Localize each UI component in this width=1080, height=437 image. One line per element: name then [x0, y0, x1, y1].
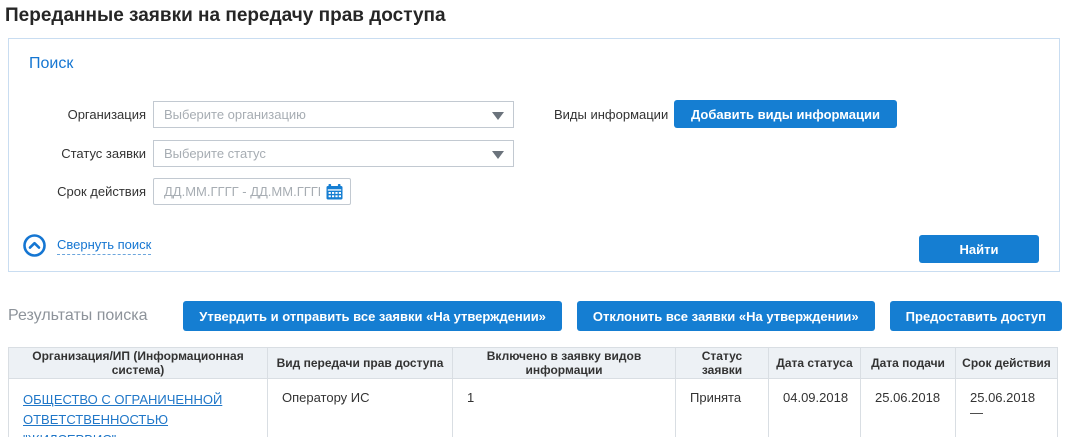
results-section-title: Результаты поиска	[8, 307, 148, 324]
search-section-title: Поиск	[29, 55, 74, 72]
organization-label: Организация	[67, 107, 146, 122]
organization-cell: ОБЩЕСТВО С ОГРАНИЧЕННОЙ ОТВЕТСТВЕННОСТЬЮ…	[8, 377, 268, 437]
submit-date-cell: 25.06.2018	[860, 377, 956, 437]
add-info-types-button[interactable]: Добавить виды информации	[674, 100, 897, 128]
col-header-submit-date: Дата подачи	[860, 347, 956, 379]
status-label: Статус заявки	[61, 146, 146, 161]
collapse-search-control[interactable]: Свернуть поиск	[23, 234, 152, 257]
search-panel: Поиск Организация Выберите организацию С…	[8, 38, 1060, 272]
validity-cell: 25.06.2018 —	[955, 377, 1058, 437]
organization-placeholder: Выберите организацию	[164, 107, 306, 122]
grant-access-button[interactable]: Предоставить доступ	[889, 301, 1062, 331]
circle-chevron-up-icon[interactable]	[23, 234, 46, 257]
calendar-icon[interactable]	[326, 184, 343, 205]
col-header-validity: Срок действия	[955, 347, 1058, 379]
table-header-row: Организация/ИП (Информационная система) …	[8, 347, 1058, 379]
organization-select[interactable]: Выберите организацию	[153, 101, 514, 128]
status-cell: Принята	[675, 377, 769, 437]
chevron-down-icon	[492, 151, 504, 159]
status-date-cell: 04.09.2018	[768, 377, 861, 437]
access-rights-transfer-page: Переданные заявки на передачу прав досту…	[0, 0, 1080, 437]
find-button[interactable]: Найти	[919, 235, 1039, 263]
info-types-count-cell: 1	[452, 377, 676, 437]
status-placeholder: Выберите статус	[164, 146, 266, 161]
results-table: Организация/ИП (Информационная система) …	[8, 347, 1058, 437]
collapse-search-link[interactable]: Свернуть поиск	[57, 237, 152, 255]
results-actions: Утвердить и отправить все заявки «На утв…	[183, 301, 1062, 331]
col-header-status-date: Дата статуса	[768, 347, 861, 379]
table-row: ОБЩЕСТВО С ОГРАНИЧЕННОЙ ОТВЕТСТВЕННОСТЬЮ…	[8, 377, 1058, 437]
transfer-type-cell: Оператору ИС	[267, 377, 453, 437]
col-header-organization: Организация/ИП (Информационная система)	[8, 347, 268, 379]
col-header-transfer-type: Вид передачи прав доступа	[267, 347, 453, 379]
organization-link[interactable]: ОБЩЕСТВО С ОГРАНИЧЕННОЙ ОТВЕТСТВЕННОСТЬЮ…	[23, 392, 222, 437]
results-bar: Результаты поиска Утвердить и отправить …	[8, 301, 1062, 332]
approve-all-button[interactable]: Утвердить и отправить все заявки «На утв…	[183, 301, 562, 331]
chevron-down-icon	[492, 112, 504, 120]
info-types-label: Виды информации	[554, 107, 669, 122]
validity-placeholder: ДД.ММ.ГГГГ - ДД.ММ.ГГГГ	[164, 184, 320, 199]
col-header-info-types-count: Включено в заявку видов информации	[452, 347, 676, 379]
page-title: Переданные заявки на передачу прав досту…	[5, 5, 446, 26]
reject-all-button[interactable]: Отклонить все заявки «На утверждении»	[576, 301, 875, 331]
validity-daterange-input[interactable]: ДД.ММ.ГГГГ - ДД.ММ.ГГГГ	[153, 178, 351, 205]
status-select[interactable]: Выберите статус	[153, 140, 514, 167]
col-header-status: Статус заявки	[675, 347, 769, 379]
validity-label: Срок действия	[57, 184, 146, 199]
